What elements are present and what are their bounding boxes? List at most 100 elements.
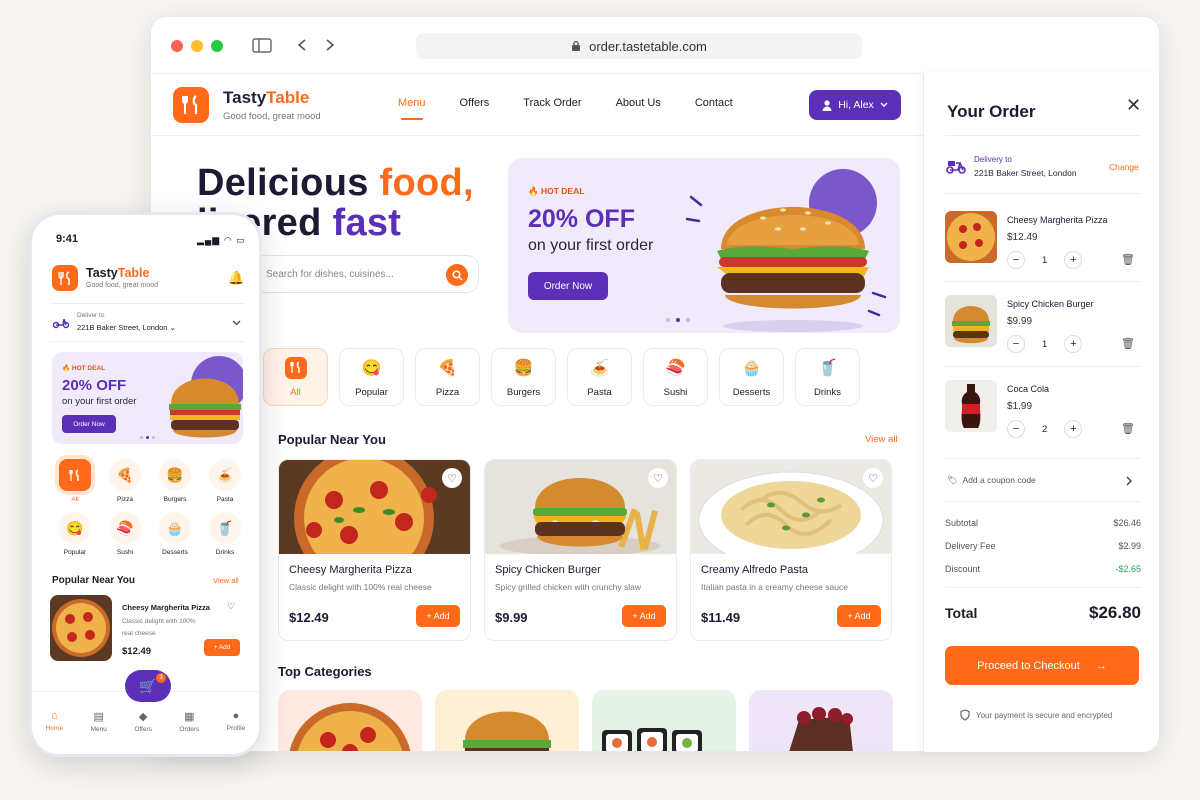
order-now-button[interactable]: Order Now — [528, 272, 608, 300]
food-card[interactable]: ♡ Cheesy Margherita Pizza Classic deligh… — [278, 459, 471, 641]
top-category-desserts[interactable] — [749, 690, 893, 751]
increase-button[interactable]: + — [1064, 251, 1083, 269]
tab-menu[interactable]: ▤ Menu — [91, 710, 107, 754]
food-title: Spicy Chicken Burger — [495, 564, 601, 576]
category-pizza[interactable]: 🍕 Pizza — [100, 459, 150, 503]
search-button[interactable] — [446, 264, 468, 286]
burger-icon: 🍔 — [159, 459, 191, 491]
address-bar[interactable]: order.tastetable.com — [416, 33, 862, 59]
bell-icon[interactable]: 🔔 — [228, 270, 244, 286]
heart-icon[interactable]: ♡ — [648, 468, 668, 488]
brand-name: TastyTable — [86, 266, 150, 280]
top-category-burgers[interactable] — [435, 690, 579, 751]
nav-offers[interactable]: Offers — [460, 97, 490, 109]
order-item: Spicy Chicken Burger $9.99 − 1 + 🗑 — [945, 295, 1145, 353]
nav-track-order[interactable]: Track Order — [523, 97, 581, 109]
category-sushi[interactable]: 🍣 Sushi — [100, 512, 150, 556]
decrease-button[interactable]: − — [1007, 420, 1025, 438]
pizza-icon: 🍕 — [437, 359, 458, 377]
tab-home[interactable]: ⌂ Home — [46, 710, 63, 754]
decrease-button[interactable]: − — [1007, 335, 1025, 353]
category-popular[interactable]: 😋 Popular — [339, 348, 404, 406]
food-card[interactable]: ♡ Spicy Chicken Burger Spicy grilled chi… — [484, 459, 677, 641]
category-all[interactable]: All — [50, 459, 100, 503]
tab-orders[interactable]: ▦ Orders — [179, 710, 199, 754]
maximize-window-button[interactable] — [211, 40, 223, 52]
order-item-name: Coca Cola — [1007, 384, 1050, 394]
category-burgers[interactable]: 🍔 Burgers — [150, 459, 200, 503]
close-window-button[interactable] — [171, 40, 183, 52]
chevron-right-icon — [1126, 476, 1132, 486]
forward-icon[interactable] — [324, 38, 336, 52]
add-button[interactable]: + Add — [622, 605, 666, 627]
minimize-window-button[interactable] — [191, 40, 203, 52]
secure-note: Your payment is secure and encrypted — [960, 709, 1112, 721]
trash-icon[interactable]: 🗑 — [1121, 422, 1135, 435]
add-button[interactable]: + Add — [416, 605, 460, 627]
category-all[interactable]: All — [263, 348, 328, 406]
top-category-sushi[interactable] — [592, 690, 736, 751]
category-pasta[interactable]: 🍝 Pasta — [200, 459, 250, 503]
heart-icon[interactable]: ♡ — [227, 601, 235, 612]
category-pizza[interactable]: 🍕 Pizza — [415, 348, 480, 406]
decrease-button[interactable]: − — [1007, 251, 1025, 269]
cola-thumbnail — [945, 380, 997, 432]
nav-about-us[interactable]: About Us — [616, 97, 661, 109]
order-item-price: $12.49 — [1007, 232, 1038, 243]
food-card[interactable]: ♡ Creamy Alfredo Pasta Italian pasta in … — [690, 459, 892, 641]
quantity-stepper: − 1 + — [1007, 251, 1083, 269]
utensils-icon — [284, 356, 307, 379]
increase-button[interactable]: + — [1064, 420, 1083, 438]
back-icon[interactable] — [296, 38, 308, 52]
category-pasta[interactable]: 🍝 Pasta — [567, 348, 632, 406]
cart-button[interactable]: 🛒 3 — [125, 670, 171, 702]
nav-menu[interactable]: Menu — [398, 97, 426, 120]
popular-section-title: Popular Near You — [52, 575, 135, 586]
heart-icon[interactable]: ♡ — [863, 468, 883, 488]
sidebar-toggle-icon[interactable] — [252, 38, 272, 53]
search-input[interactable]: Search for dishes, cuisines... — [251, 255, 479, 293]
shield-icon — [960, 709, 970, 721]
brand-logo[interactable] — [52, 265, 78, 291]
add-button[interactable]: + Add — [204, 639, 240, 656]
category-drinks[interactable]: 🥤 Drinks — [795, 348, 860, 406]
quantity-value: 2 — [1042, 423, 1048, 435]
sushi-icon: 🍣 — [109, 512, 141, 544]
category-popular[interactable]: 😋 Popular — [50, 512, 100, 556]
change-address-link[interactable]: Change — [1109, 162, 1139, 172]
coupon-row[interactable]: 🏷 Add a coupon code — [947, 475, 1036, 486]
food-price: $11.49 — [701, 610, 741, 625]
user-menu-button[interactable]: Hi, Alex — [809, 90, 901, 120]
delivery-fee-row: Delivery Fee $2.99 — [945, 541, 1141, 551]
food-card[interactable]: Cheesy Margherita Pizza ♡ Classic deligh… — [50, 595, 241, 665]
add-button[interactable]: + Add — [837, 605, 881, 627]
category-burgers[interactable]: 🍔 Burgers — [491, 348, 556, 406]
category-drinks[interactable]: 🥤 Drinks — [200, 512, 250, 556]
popular-view-all-link[interactable]: View all — [865, 434, 898, 445]
food-title: Cheesy Margherita Pizza — [122, 603, 210, 612]
carousel-dots[interactable] — [666, 318, 690, 322]
top-category-pizza[interactable] — [278, 690, 422, 751]
deliver-address[interactable]: 221B Baker Street, London ⌄ — [77, 323, 176, 332]
hot-deal-tag: 🔥 HOT DEAL — [62, 365, 106, 372]
category-sushi[interactable]: 🍣 Sushi — [643, 348, 708, 406]
category-desserts[interactable]: 🧁 Desserts — [719, 348, 784, 406]
heart-icon[interactable]: ♡ — [442, 468, 462, 488]
tab-offers[interactable]: ◆ Offers — [134, 710, 152, 754]
chevron-down-icon[interactable] — [232, 320, 241, 326]
category-desserts[interactable]: 🧁 Desserts — [150, 512, 200, 556]
trash-icon[interactable]: 🗑 — [1121, 337, 1135, 350]
increase-button[interactable]: + — [1064, 335, 1083, 353]
brand-name: TastyTable — [223, 88, 310, 107]
checkout-button[interactable]: Proceed to Checkout → — [945, 646, 1139, 685]
food-price: $9.99 — [495, 610, 528, 625]
popular-view-all-link[interactable]: View all — [213, 576, 239, 585]
tab-profile[interactable]: ● Profile — [227, 710, 245, 754]
food-title: Cheesy Margherita Pizza — [289, 564, 412, 576]
close-icon[interactable]: ✕ — [1126, 95, 1141, 116]
cupcake-icon: 🧁 — [741, 359, 762, 377]
brand-logo[interactable] — [173, 87, 209, 123]
nav-contact[interactable]: Contact — [695, 97, 733, 109]
trash-icon[interactable]: 🗑 — [1121, 253, 1135, 266]
order-now-button[interactable]: Order Now — [62, 415, 116, 433]
